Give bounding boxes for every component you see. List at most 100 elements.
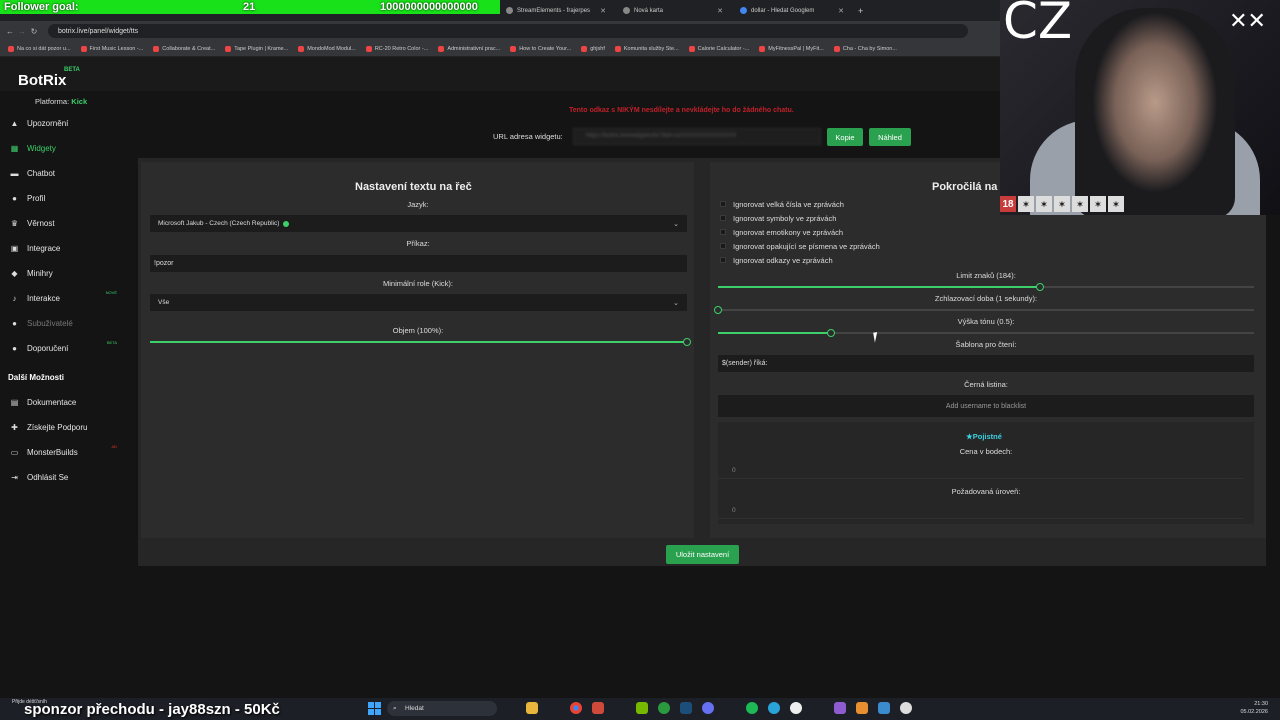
premium-heading: ★Pojistné <box>966 432 1002 441</box>
forward-icon[interactable]: → <box>16 27 28 36</box>
trophy-icon: ♛ <box>10 218 19 228</box>
bookmark-favicon-icon <box>614 45 621 52</box>
level-input[interactable]: 0 <box>718 502 1244 519</box>
sidebar-item-music[interactable]: ♪ Interakce NOVÉ <box>10 290 125 305</box>
sidebar-item-label: MonsterBuilds <box>27 447 78 457</box>
bookmark-item[interactable]: Administrativní prac... <box>438 45 500 52</box>
chrome-icon[interactable] <box>570 702 582 714</box>
reload-icon[interactable]: ↻ <box>28 27 40 36</box>
sidebar-item-support[interactable]: ✚ Získejte Podporu <box>10 420 125 434</box>
sidebar-item-monitor[interactable]: ▭ MonsterBuilds AD <box>10 444 125 459</box>
tab-new[interactable]: Nová karta ✕ <box>617 2 729 19</box>
file-explorer-icon[interactable] <box>526 702 538 714</box>
bookmark-item[interactable]: Collaborate & Creat... <box>153 45 215 52</box>
pitch-slider-thumb[interactable] <box>826 329 835 337</box>
sidebar-item-bell[interactable]: ▲ Upozornění <box>10 116 125 130</box>
search-icon: ⌕ <box>393 704 397 712</box>
ignore-option-row[interactable]: Ignorovat opakující se písmena ve zprává… <box>720 241 880 251</box>
sidebar-item-people[interactable]: ● Subuživatelé <box>10 316 125 330</box>
page-icon <box>623 7 630 14</box>
widget-url-field[interactable]: https://botrix.live/widgets/tts?bid=xxXX… <box>573 128 821 145</box>
sidebar-item-logout[interactable]: ⇥ Odhlásit Se <box>10 470 125 484</box>
steam-icon[interactable] <box>680 702 692 714</box>
sidebar-item-users[interactable]: ● Doporučení BETA <box>10 340 125 355</box>
volume-slider[interactable] <box>150 338 691 346</box>
app-icon[interactable] <box>856 702 868 714</box>
monitor-icon: ▭ <box>10 447 19 457</box>
settings-icon[interactable] <box>834 702 846 714</box>
ignore-option-label: Ignorovat emotikony ve zprávách <box>733 227 844 237</box>
close-tab-icon[interactable]: ✕ <box>600 7 606 15</box>
sidebar-item-chat[interactable]: ▬ Chatbot <box>10 166 125 180</box>
botrix-logo[interactable]: BotRix BETA <box>18 67 80 89</box>
bookmark-item[interactable]: Na co si dát pozor u... <box>8 45 71 52</box>
bookmark-item[interactable]: First Music Lesson -... <box>80 45 143 52</box>
language-select[interactable]: Microsoft Jakub - Czech (Czech Republic)… <box>150 215 687 232</box>
char-limit-slider-thumb[interactable] <box>1035 283 1044 291</box>
char-limit-slider[interactable] <box>718 283 1254 291</box>
sidebar-item-plug[interactable]: ▣ Integrace <box>10 241 125 255</box>
url-input[interactable]: botrix.live/panel/widget/tts <box>48 24 968 38</box>
checkbox[interactable] <box>720 201 726 207</box>
ignore-option-row[interactable]: Ignorovat odkazy ve zprávách <box>720 255 833 265</box>
bookmark-item[interactable]: Tape Plugin | Krame... <box>225 45 288 52</box>
bookmark-item[interactable]: Cha - Cha by Simon... <box>833 45 897 52</box>
ignore-option-row[interactable]: Ignorovat emotikony ve zprávách <box>720 227 843 237</box>
checkbox[interactable] <box>720 243 726 249</box>
spotify-icon[interactable] <box>746 702 758 714</box>
telegram-icon[interactable] <box>768 702 780 714</box>
people-icon: ● <box>12 318 17 328</box>
bookmark-label: Cha - Cha by Simon... <box>842 45 897 52</box>
tab-google[interactable]: dollar - Hledat Googlem ✕ <box>734 2 850 19</box>
ignore-option-row[interactable]: Ignorovat velká čísla ve zprávách <box>720 199 844 209</box>
sidebar-item-grid[interactable]: ▦ Widgety <box>10 141 125 155</box>
discord-icon[interactable] <box>702 702 714 714</box>
min-role-select[interactable]: Vše ⌄ <box>150 294 687 311</box>
app-header <box>0 57 1000 91</box>
bookmark-label: MyFitnessPal | MyFit... <box>768 45 824 52</box>
bookmark-item[interactable]: MyFitnessPal | MyFit... <box>759 45 824 52</box>
close-tab-icon[interactable]: ✕ <box>717 7 723 15</box>
notes-icon[interactable] <box>878 702 890 714</box>
checkbox[interactable] <box>720 215 726 221</box>
template-input[interactable]: $(sender) říká: <box>718 355 1254 372</box>
bookmark-item[interactable]: Komunita služby Ste... <box>614 45 679 52</box>
sidebar-item-gamepad[interactable]: ◆ Minihry <box>10 266 125 280</box>
bookmark-item[interactable]: How to Create Your... <box>510 45 571 52</box>
language-label: Jazyk: <box>407 200 429 209</box>
close-tab-icon[interactable]: ✕ <box>838 7 844 15</box>
windows-start-icon[interactable] <box>368 702 381 715</box>
checkbox[interactable] <box>720 229 726 235</box>
sidebar-item-user[interactable]: ● Profil <box>10 191 125 205</box>
cooldown-label: Zchlazovací doba (1 sekundy): <box>934 294 1038 303</box>
taskbar-clock[interactable]: 21:30 05.02.2026 <box>1240 700 1268 716</box>
volume-slider-thumb[interactable] <box>683 338 691 346</box>
command-input[interactable]: !pozor <box>150 255 687 272</box>
xbox-icon[interactable] <box>658 702 670 714</box>
bookmark-item[interactable]: ghjshf <box>581 45 605 52</box>
app-icon[interactable] <box>592 702 604 714</box>
bookmark-item[interactable]: RC-20 Retro Color -... <box>365 45 428 52</box>
preview-button[interactable]: Náhled <box>869 128 911 146</box>
pitch-slider-fill <box>718 332 831 334</box>
bookmark-item[interactable]: MondoMod Modul... <box>298 45 356 52</box>
sidebar-item-doc[interactable]: ▤ Dokumentace <box>10 395 125 409</box>
save-settings-button[interactable]: Uložit nastavení <box>666 545 739 564</box>
cooldown-slider[interactable] <box>714 306 1254 314</box>
sidebar-item-trophy[interactable]: ♛ Věrnost <box>10 216 125 230</box>
taskbar-search[interactable]: ⌕ Hledat <box>387 701 497 716</box>
bookmark-item[interactable]: Calorie Calculator -... <box>688 45 749 52</box>
back-icon[interactable]: ← <box>4 27 16 36</box>
tab-streamelements[interactable]: StreamElements - frajerpes ✕ <box>500 2 612 19</box>
obs-icon[interactable] <box>790 702 802 714</box>
nvidia-icon[interactable] <box>636 702 648 714</box>
copy-button[interactable]: Kopie <box>827 128 863 146</box>
new-tab-button[interactable]: + <box>852 2 869 19</box>
cooldown-slider-thumb[interactable] <box>714 306 722 314</box>
ignore-option-row[interactable]: Ignorovat symboly ve zprávách <box>720 213 836 223</box>
checkbox[interactable] <box>720 257 726 263</box>
blacklist-input[interactable]: Add username to blacklist <box>718 395 1254 417</box>
price-input[interactable]: 0 <box>718 462 1244 479</box>
media-icon[interactable] <box>900 702 912 714</box>
pitch-slider[interactable] <box>718 329 1254 337</box>
